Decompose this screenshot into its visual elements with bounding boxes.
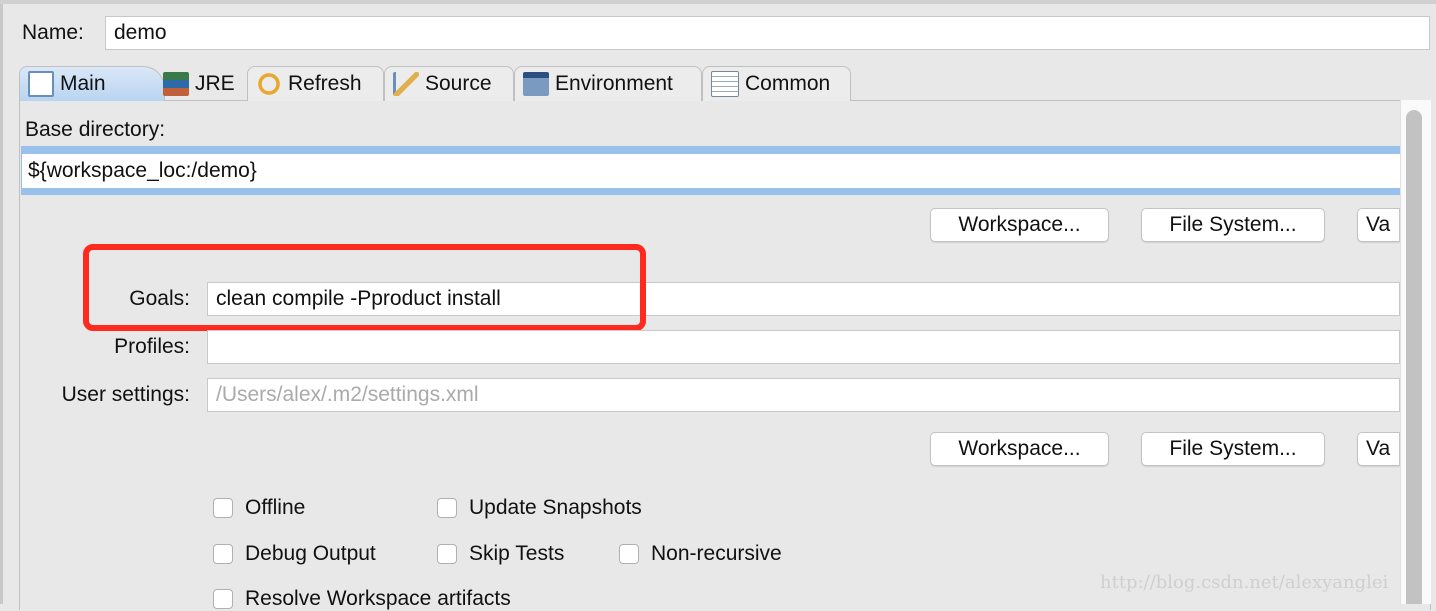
scrollbar-thumb[interactable] [1406,110,1422,604]
base-file-system-button[interactable]: File System... [1141,208,1325,242]
source-icon [393,72,419,96]
profiles-input[interactable] [207,330,1400,364]
refresh-icon [256,72,282,96]
checkbox-box[interactable] [213,544,233,564]
settings-variables-button[interactable]: Va [1357,432,1400,466]
tab-environment[interactable]: Environment [514,66,702,101]
settings-file-system-button[interactable]: File System... [1141,432,1325,466]
base-variables-button[interactable]: Va [1357,208,1400,242]
settings-workspace-button[interactable]: Workspace... [930,432,1109,466]
skip-tests-checkbox[interactable]: Skip Tests [437,542,564,566]
tab-source[interactable]: Source [384,66,514,101]
base-workspace-button[interactable]: Workspace... [930,208,1109,242]
highlight-box [83,244,646,331]
window-border-top [0,0,1436,4]
common-icon [711,71,739,97]
window-border-left [0,0,3,604]
update-snapshots-checkbox[interactable]: Update Snapshots [437,496,642,520]
base-directory-input[interactable]: ${workspace_loc:/demo} [22,154,1400,188]
checkbox-box[interactable] [437,498,457,518]
user-settings-input[interactable]: /Users/alex/.m2/settings.xml [207,378,1400,412]
main-icon [28,71,54,97]
name-input[interactable]: demo [105,16,1430,50]
watermark: http://blog.csdn.net/alexyanglei [1100,572,1389,593]
checkbox-box[interactable] [619,544,639,564]
non-recursive-checkbox[interactable]: Non-recursive [619,542,782,566]
name-label: Name: [22,21,84,44]
resolve-workspace-checkbox[interactable]: Resolve Workspace artifacts [213,587,511,611]
checkbox-box[interactable] [213,498,233,518]
debug-output-checkbox[interactable]: Debug Output [213,542,376,566]
tab-jre[interactable]: JRE [155,66,247,101]
offline-checkbox[interactable]: Offline [213,496,305,520]
tab-refresh[interactable]: Refresh [247,66,384,101]
base-directory-label: Base directory: [25,118,166,141]
checkbox-box[interactable] [213,589,233,609]
environment-icon [523,72,549,96]
jre-icon [163,71,189,96]
user-settings-label: User settings: [61,383,190,406]
profiles-label: Profiles: [114,335,190,358]
checkbox-box[interactable] [437,544,457,564]
tab-main[interactable]: Main [19,66,165,101]
tab-common[interactable]: Common [702,66,851,101]
